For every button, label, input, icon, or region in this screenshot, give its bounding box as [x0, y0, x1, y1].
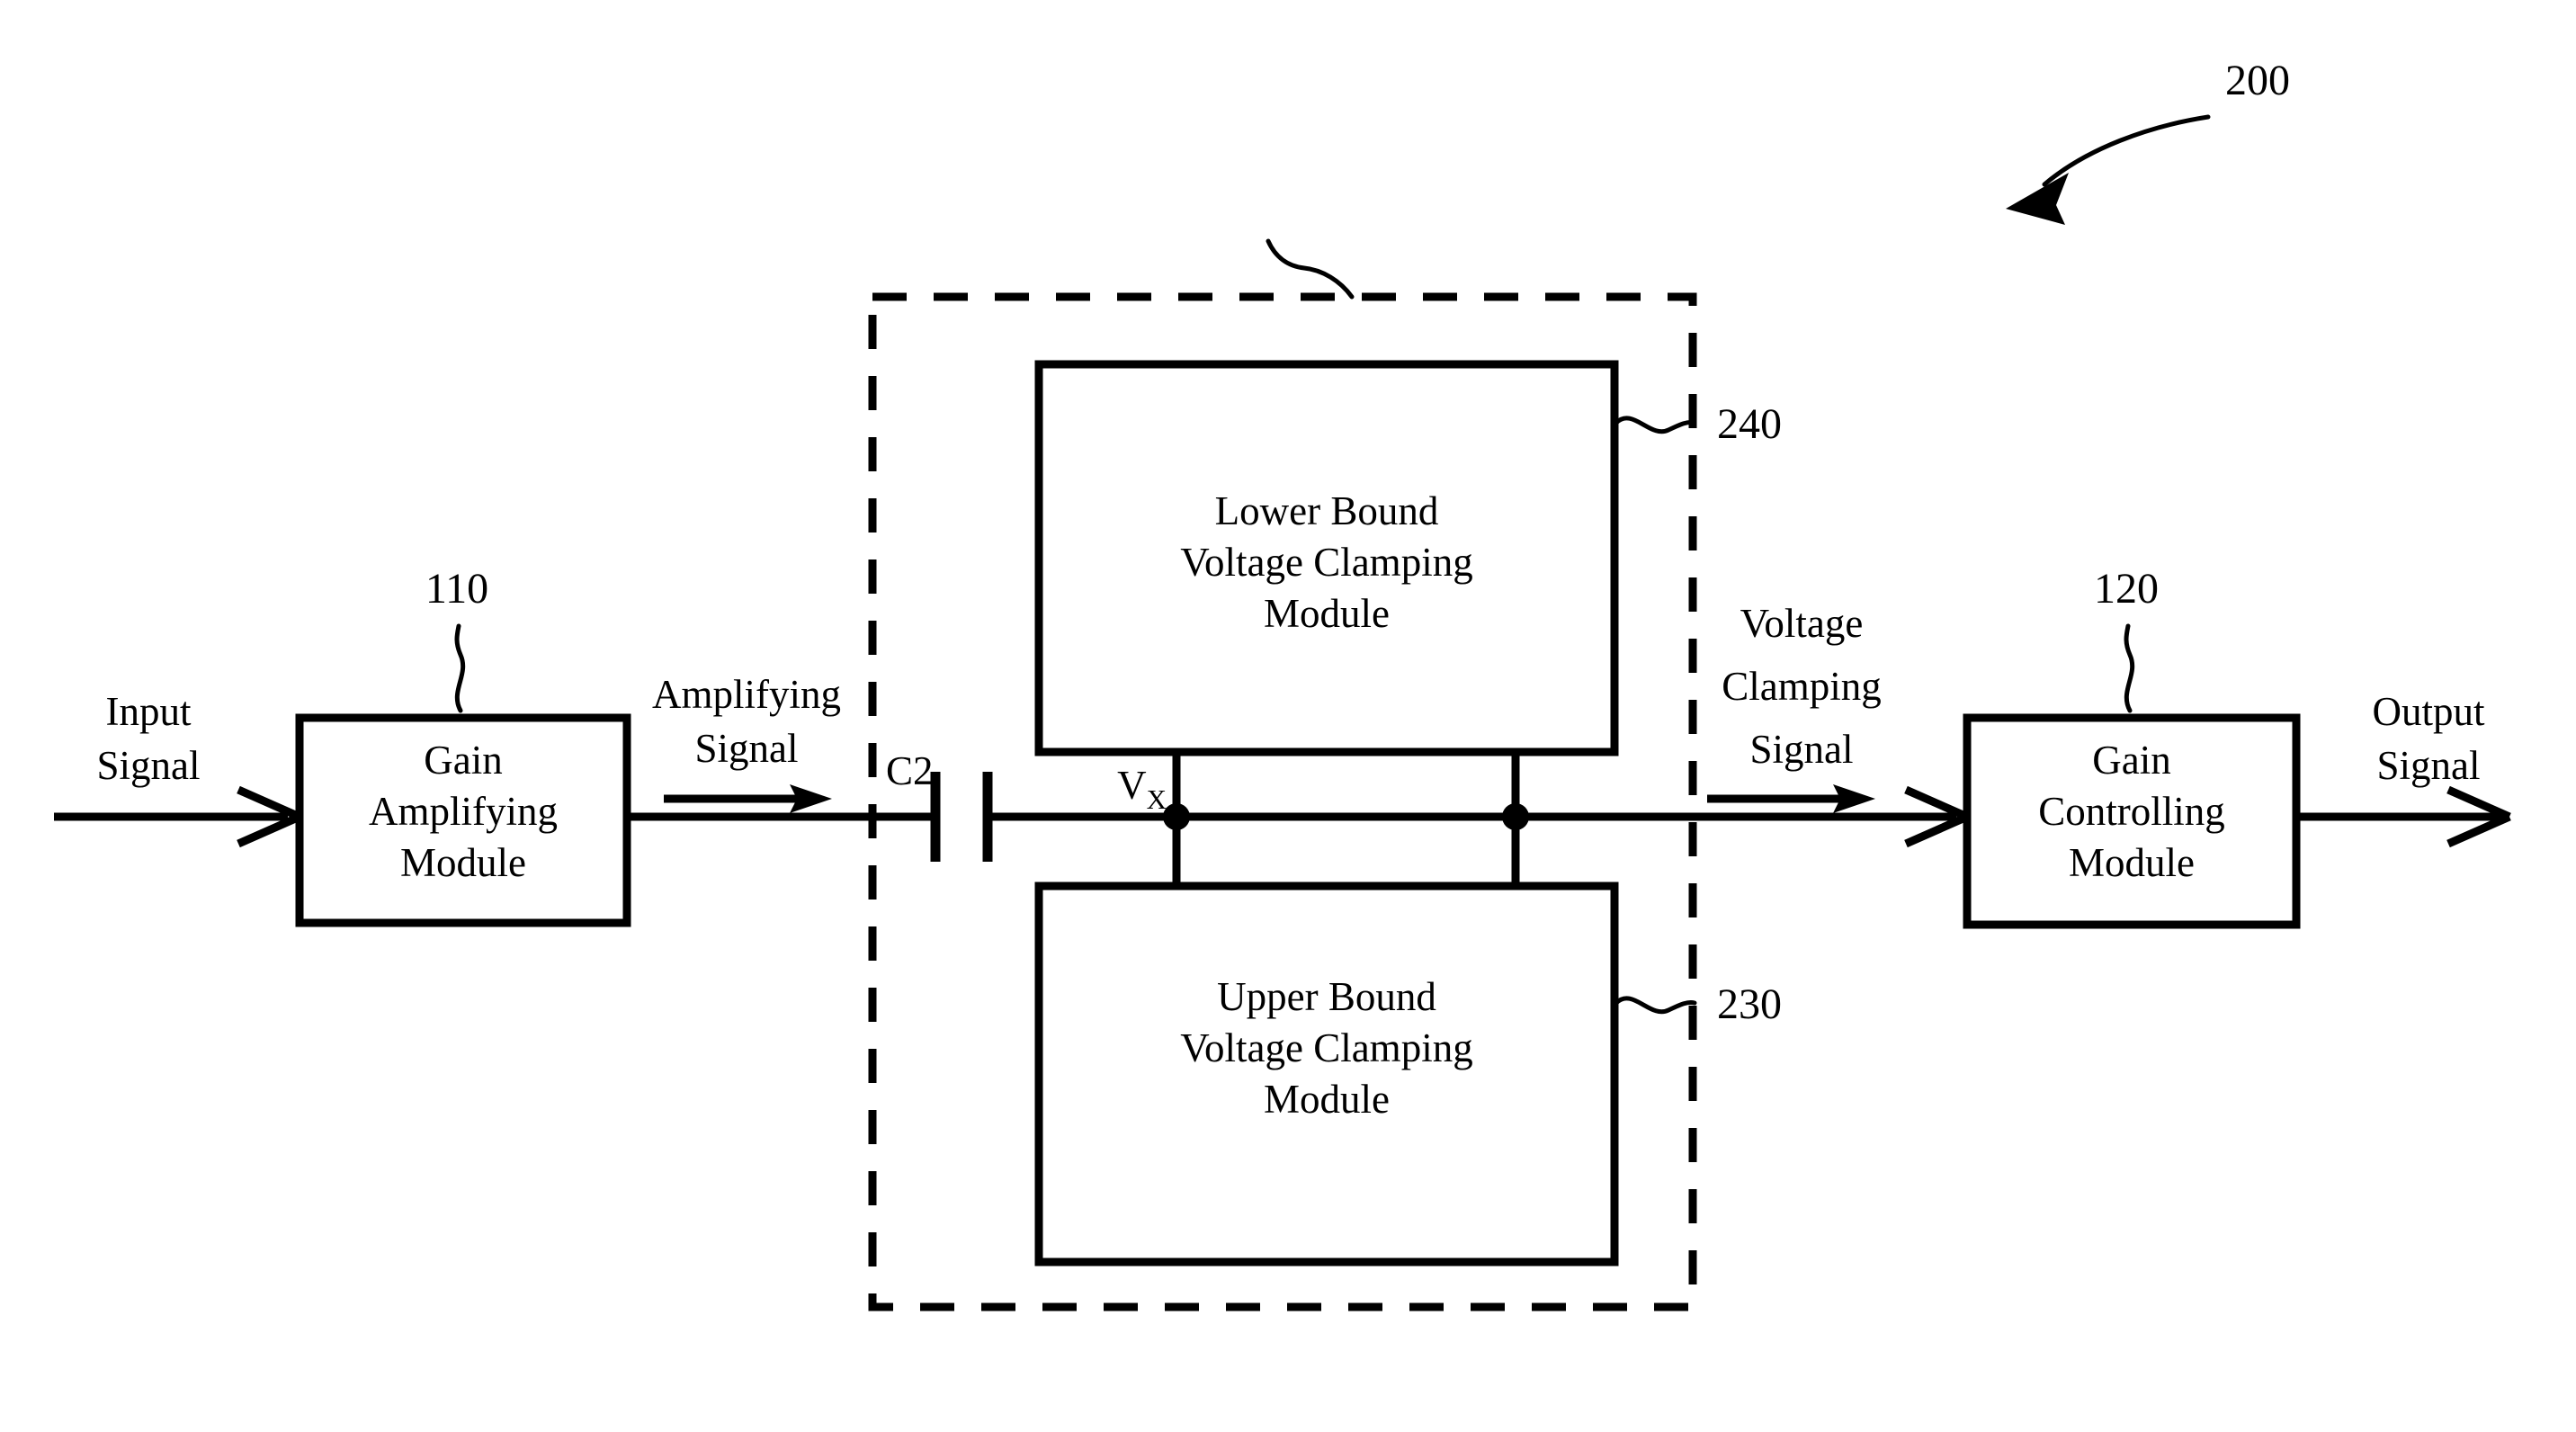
signal-label-output-line-2: Signal [2376, 743, 2480, 788]
block-gain-amplifying-ref-leader [454, 623, 466, 713]
node-vx-label: VX [1117, 763, 1167, 815]
block-gain-controlling-line-3: Module [2069, 840, 2195, 885]
block-gain-amplifying-line-2: Amplifying [369, 789, 558, 834]
signal-label-voltage-clamping-line-3: Signal [1749, 727, 1853, 772]
capacitor-c2 [930, 772, 993, 862]
group-ref-220-squiggle [1266, 238, 1355, 300]
figure-ref-200-callout [2006, 114, 2211, 225]
signal-label-voltage-clamping-line-1: Voltage [1740, 601, 1864, 646]
signal-label-amplifying-line-2: Signal [694, 726, 798, 771]
signal-label-amplifying-line-1: Amplifying [652, 672, 841, 717]
signal-label-input-line-2: Signal [96, 743, 200, 788]
figure-canvas: Gain Amplifying Module 110 Lower Bound V… [54, 57, 2511, 1311]
figure-ref-200-label: 200 [2225, 57, 2290, 104]
patent-figure: Gain Amplifying Module 110 Lower Bound V… [0, 0, 2576, 1432]
node-vx-label-main: V [1117, 763, 1147, 808]
block-gain-controlling-ref-label: 120 [2094, 565, 2159, 613]
amplifying-signal-direction-arrow [664, 784, 832, 813]
block-upper-bound-clamping-ref-label: 230 [1717, 980, 1782, 1028]
signal-label-input-line-1: Input [106, 689, 192, 734]
block-lower-bound-clamping-line-2: Voltage Clamping [1180, 540, 1472, 585]
block-upper-bound-clamping-ref-leader [1614, 996, 1697, 1015]
node-vx-label-subscript: X [1147, 783, 1167, 815]
block-upper-bound-clamping-line-2: Voltage Clamping [1180, 1025, 1472, 1070]
signal-label-output-line-1: Output [2372, 689, 2485, 734]
node-dot-right [1502, 803, 1529, 830]
block-gain-amplifying-ref-label: 110 [425, 565, 488, 613]
block-gain-amplifying-line-1: Gain [424, 738, 502, 783]
block-lower-bound-clamping-line-1: Lower Bound [1215, 488, 1439, 533]
block-gain-controlling-line-2: Controlling [2038, 789, 2225, 834]
capacitor-c2-label: C2 [886, 748, 934, 793]
block-upper-bound-clamping-line-1: Upper Bound [1217, 974, 1436, 1019]
group-ref-220-leader [1266, 238, 1355, 300]
block-upper-bound-clamping[interactable] [1034, 882, 1619, 1266]
block-gain-controlling-ref-leader [2124, 623, 2135, 713]
voltage-clamping-signal-direction-arrow [1707, 784, 1875, 813]
block-upper-bound-clamping-line-3: Module [1264, 1077, 1390, 1122]
signal-label-voltage-clamping-line-2: Clamping [1722, 664, 1882, 709]
node-dot-vx [1163, 803, 1190, 830]
block-lower-bound-clamping-ref-label: 240 [1717, 400, 1782, 448]
block-gain-amplifying-line-3: Module [400, 840, 526, 885]
figure-ref-200-curve [2042, 114, 2211, 187]
block-gain-controlling-line-1: Gain [2092, 738, 2170, 783]
figure-ref-200-arrowhead [2006, 173, 2069, 225]
block-lower-bound-clamping-ref-leader [1614, 416, 1697, 434]
block-lower-bound-clamping-line-3: Module [1264, 591, 1390, 636]
